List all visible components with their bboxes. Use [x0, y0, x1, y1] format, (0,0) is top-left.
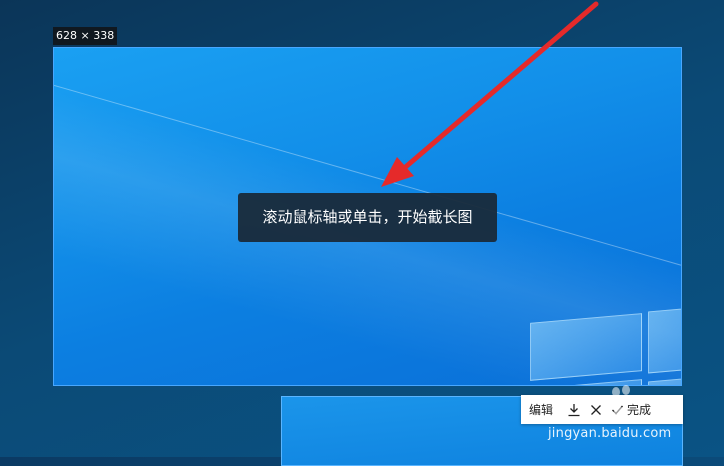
long-screenshot-hint: 滚动鼠标轴或单击，开始截长图: [238, 193, 497, 242]
edit-label: 编辑: [529, 403, 554, 417]
watermark: jingyan.baidu.com: [548, 426, 672, 441]
selection-size-readout: 628 × 338: [53, 27, 118, 45]
baidu-paw-logo: [606, 385, 636, 414]
edit-button[interactable]: 编辑: [529, 395, 563, 424]
windows-logo-graphic: [530, 304, 681, 385]
